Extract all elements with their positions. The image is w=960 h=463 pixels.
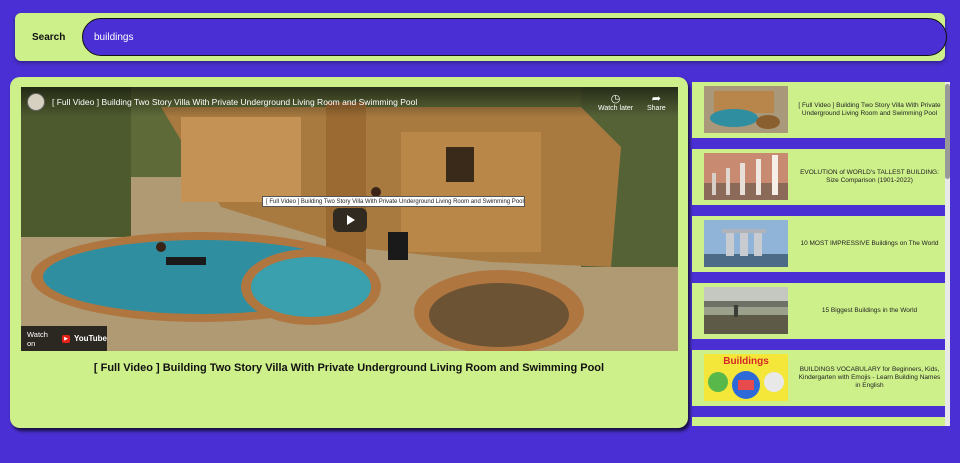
share-button[interactable]: ➦ Share xyxy=(647,93,666,112)
list-item[interactable]: 10 MOST IMPRESSIVE Buildings on The Worl… xyxy=(692,216,945,272)
list-item[interactable]: [ Full Video ] Building Two Story Villa … xyxy=(692,82,945,138)
list-item-title: BUILDINGS VOCABULARY for Beginners, Kids… xyxy=(798,366,941,389)
video-thumbnail xyxy=(704,287,788,334)
list-item-title: [ Full Video ] Building Two Story Villa … xyxy=(798,102,941,117)
youtube-label: YouTube xyxy=(73,334,107,343)
list-item[interactable]: Buildings BUILDINGS VOCABULARY for Begin… xyxy=(692,350,945,406)
title-tooltip: [ Full Video ] Building Two Story Villa … xyxy=(262,196,525,207)
list-item[interactable]: 15 Biggest Buildings in the World xyxy=(692,283,945,339)
list-item[interactable] xyxy=(692,417,945,426)
play-icon[interactable] xyxy=(333,208,367,232)
list-item-title: 10 MOST IMPRESSIVE Buildings on The Worl… xyxy=(800,240,939,247)
list-item-title: 15 Biggest Buildings in the World xyxy=(821,307,918,314)
video-thumbnail xyxy=(704,220,788,267)
video-player-card: [ Full Video ] Building Two Story Villa … xyxy=(10,77,688,428)
search-input[interactable] xyxy=(82,18,947,56)
list-item-title: EVOLUTION of WORLD's TALLEST BUILDING: S… xyxy=(800,169,939,184)
share-label: Share xyxy=(647,105,666,112)
recommendations-list: [ Full Video ] Building Two Story Villa … xyxy=(692,82,950,426)
clock-icon: ◷ xyxy=(610,93,621,105)
search-bar: Search xyxy=(15,13,947,61)
watch-later-label: Watch later xyxy=(598,105,634,112)
video-thumbnail xyxy=(704,153,788,200)
video-player[interactable]: [ Full Video ] Building Two Story Villa … xyxy=(21,87,678,351)
scrollbar[interactable] xyxy=(945,82,950,426)
share-icon: ➦ xyxy=(651,93,661,105)
search-label: Search xyxy=(32,31,66,43)
watch-on-label: Watch on xyxy=(27,329,48,348)
channel-avatar[interactable] xyxy=(27,93,45,111)
video-title-overlay[interactable]: [ Full Video ] Building Two Story Villa … xyxy=(52,97,417,107)
watch-on-youtube-button[interactable]: Watch on ▶ YouTube xyxy=(21,326,107,351)
youtube-logo-icon: ▶ xyxy=(62,334,70,343)
watch-later-button[interactable]: ◷ Watch later xyxy=(598,93,633,112)
list-item[interactable]: EVOLUTION of WORLD's TALLEST BUILDING: S… xyxy=(692,149,945,205)
video-caption: [ Full Video ] Building Two Story Villa … xyxy=(93,362,605,374)
scrollbar-thumb[interactable] xyxy=(945,84,950,179)
video-thumbnail: Buildings xyxy=(704,354,788,401)
thumb-text: Buildings xyxy=(723,356,769,367)
video-thumbnail xyxy=(704,86,788,133)
